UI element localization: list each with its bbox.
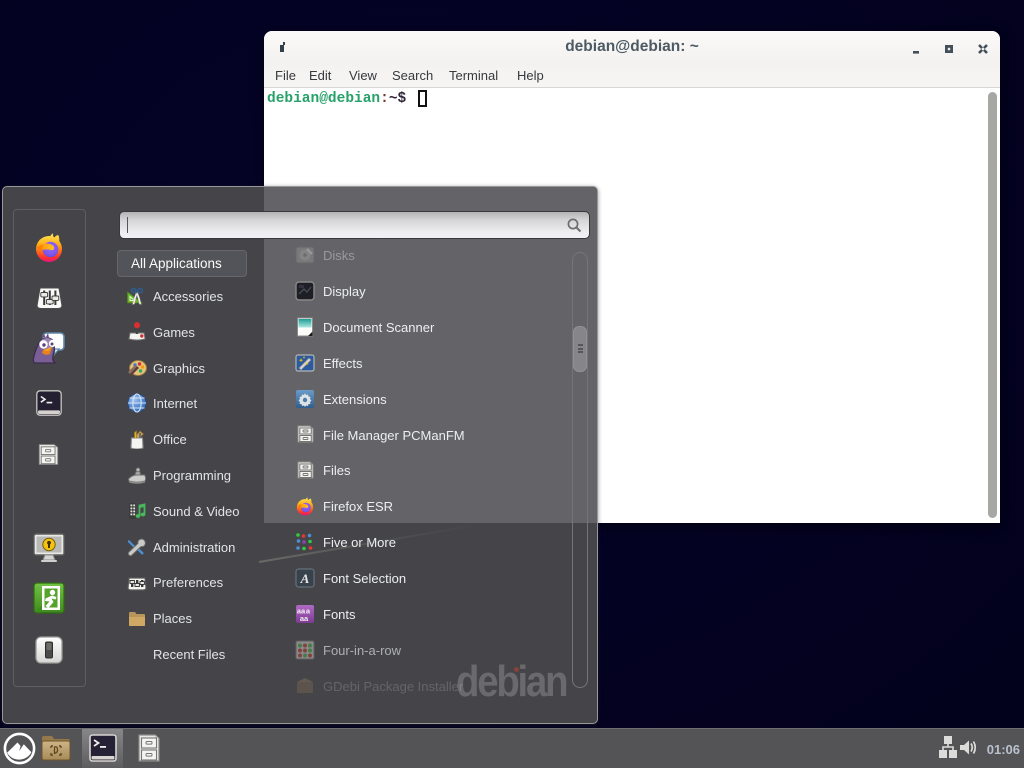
svg-text:A: A — [300, 571, 310, 586]
svg-text:aa: aa — [300, 614, 309, 623]
